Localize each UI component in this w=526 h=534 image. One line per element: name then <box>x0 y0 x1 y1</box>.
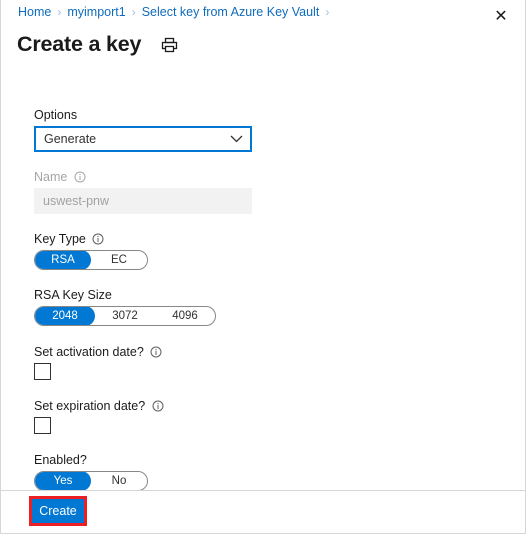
breadcrumb-item-myimport1[interactable]: myimport1 <box>67 5 125 19</box>
activation-date-label-text: Set activation date? <box>34 345 144 359</box>
key-type-label-text: Key Type <box>34 232 86 246</box>
activation-date-field: Set activation date? <box>34 345 334 380</box>
printer-icon[interactable] <box>159 35 179 55</box>
expiration-date-checkbox[interactable] <box>34 417 51 434</box>
enabled-field: Enabled? Yes No <box>34 453 334 491</box>
page-title: Create a key <box>17 32 142 57</box>
info-icon[interactable] <box>73 171 86 184</box>
name-input[interactable]: uswest-pnw <box>34 188 252 214</box>
footer-divider <box>1 490 525 491</box>
expiration-date-field: Set expiration date? <box>34 399 334 434</box>
name-field: Name uswest-pnw <box>34 170 334 214</box>
enabled-option-yes[interactable]: Yes <box>35 472 91 490</box>
activation-date-label: Set activation date? <box>34 345 334 359</box>
enabled-toggle-group[interactable]: Yes No <box>34 471 148 491</box>
rsa-key-size-option-2048[interactable]: 2048 <box>35 307 95 325</box>
rsa-key-size-label-text: RSA Key Size <box>34 288 112 302</box>
enabled-option-no[interactable]: No <box>91 472 147 490</box>
expiration-date-label-text: Set expiration date? <box>34 399 146 413</box>
breadcrumb-separator-icon: › <box>131 5 136 19</box>
options-select[interactable]: Generate <box>34 126 252 152</box>
breadcrumb-item-home[interactable]: Home <box>18 5 51 19</box>
blade-header: Create a key <box>17 25 525 65</box>
rsa-key-size-option-3072[interactable]: 3072 <box>95 307 155 325</box>
activation-date-checkbox[interactable] <box>34 363 51 380</box>
breadcrumb-item-select-key[interactable]: Select key from Azure Key Vault <box>142 5 320 19</box>
rsa-key-size-option-4096[interactable]: 4096 <box>155 307 215 325</box>
key-type-label: Key Type <box>34 232 334 246</box>
options-select-value: Generate <box>44 132 97 146</box>
info-icon[interactable] <box>92 233 105 246</box>
breadcrumb-separator-icon: › <box>325 5 330 19</box>
chevron-down-icon <box>230 135 243 144</box>
create-button[interactable]: Create <box>32 499 84 523</box>
name-label-text: Name <box>34 170 68 184</box>
rsa-key-size-toggle-group[interactable]: 2048 3072 4096 <box>34 306 216 326</box>
breadcrumb-separator-icon: › <box>57 5 62 19</box>
close-icon[interactable]: ✕ <box>489 4 513 28</box>
create-key-form: Options Generate Name uswest-pnw Key Typ… <box>34 108 334 491</box>
rsa-key-size-field: RSA Key Size 2048 3072 4096 <box>34 288 334 326</box>
enabled-label: Enabled? <box>34 453 334 467</box>
key-type-option-rsa[interactable]: RSA <box>35 251 91 269</box>
expiration-date-label: Set expiration date? <box>34 399 334 413</box>
options-label: Options <box>34 108 334 122</box>
key-type-toggle-group[interactable]: RSA EC <box>34 250 148 270</box>
key-type-option-ec[interactable]: EC <box>91 251 147 269</box>
info-icon[interactable] <box>150 346 163 359</box>
key-type-field: Key Type RSA EC <box>34 232 334 270</box>
name-label: Name <box>34 170 334 184</box>
rsa-key-size-label: RSA Key Size <box>34 288 334 302</box>
options-field: Options Generate <box>34 108 334 152</box>
breadcrumb: Home › myimport1 › Select key from Azure… <box>18 2 335 22</box>
options-label-text: Options <box>34 108 78 122</box>
create-key-blade: Home › myimport1 › Select key from Azure… <box>0 0 526 534</box>
info-icon[interactable] <box>151 400 164 413</box>
enabled-label-text: Enabled? <box>34 453 87 467</box>
